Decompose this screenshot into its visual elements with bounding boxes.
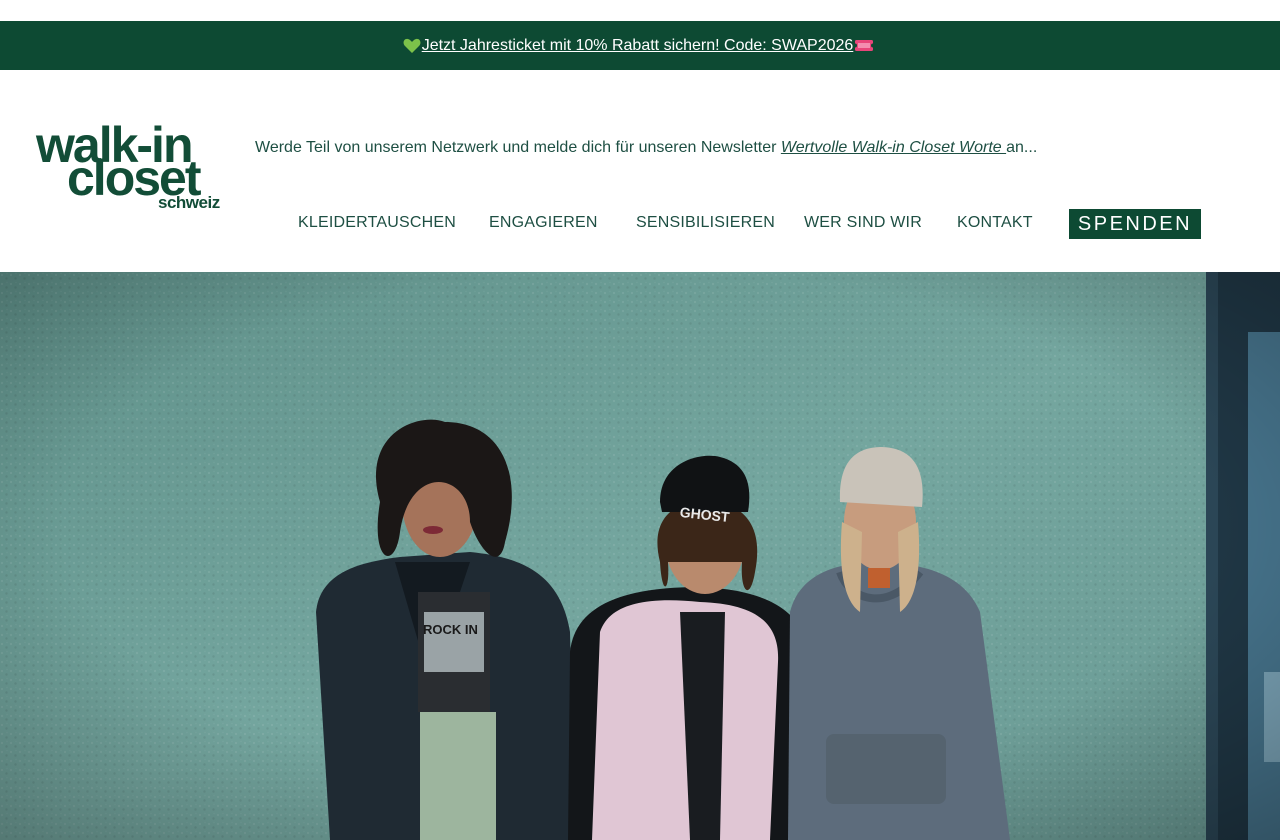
- promo-link[interactable]: Jetzt Jahresticket mit 10% Rabatt sicher…: [403, 37, 878, 55]
- nav-item-kleidertauschen[interactable]: KLEIDERTAUSCHEN: [298, 214, 456, 232]
- nav-item-kontakt[interactable]: KONTAKT: [957, 214, 1033, 232]
- ticket-icon: [855, 40, 874, 51]
- walk-in-closet-logo[interactable]: walk-in closet schweiz: [36, 120, 232, 212]
- newsletter-suffix: an...: [1006, 139, 1038, 156]
- nav-item-wer-sind-wir[interactable]: WER SIND WIR: [804, 214, 922, 232]
- donate-button[interactable]: SPENDEN: [1069, 209, 1201, 239]
- newsletter-teaser: Werde Teil von unserem Netzwerk und meld…: [255, 139, 1037, 157]
- nav-item-sensibilisieren[interactable]: SENSIBILISIEREN: [636, 214, 775, 232]
- promo-banner: Jetzt Jahresticket mit 10% Rabatt sicher…: [0, 21, 1280, 70]
- newsletter-prefix: Werde Teil von unserem Netzwerk und meld…: [255, 139, 781, 156]
- green-heart-icon: [403, 38, 421, 53]
- top-white-strip: [0, 0, 1280, 21]
- hero-image: GHOST ROCK IN: [0, 272, 1280, 840]
- site-header: walk-in closet schweiz Werde Teil von un…: [0, 70, 1280, 272]
- shirt-text: ROCK IN: [423, 622, 478, 637]
- logo-line-3: schweiz: [158, 193, 220, 212]
- nav-item-engagieren[interactable]: ENGAGIEREN: [489, 214, 598, 232]
- promo-text: Jetzt Jahresticket mit 10% Rabatt sicher…: [421, 36, 854, 54]
- hero-photo-illustration: GHOST ROCK IN: [0, 272, 1280, 840]
- newsletter-link[interactable]: Wertvolle Walk-in Closet Worte: [781, 139, 1006, 156]
